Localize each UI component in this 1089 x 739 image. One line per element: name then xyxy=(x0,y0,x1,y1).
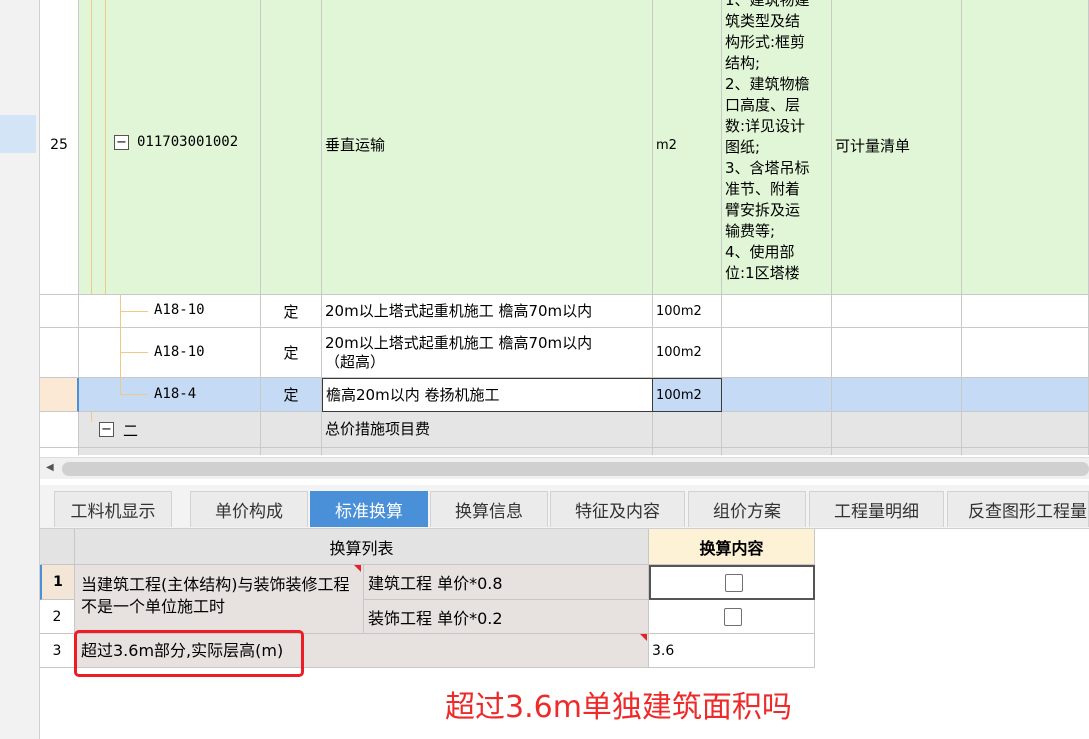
row-number xyxy=(40,412,79,448)
horizontal-scrollbar[interactable]: ◀ xyxy=(40,457,1089,479)
comment-marker-icon xyxy=(354,565,361,572)
left-panel-selection xyxy=(0,115,36,153)
unit-cell-partial xyxy=(653,448,722,455)
annotation-question: 超过3.6m单独建筑面积吗 xyxy=(445,690,792,725)
unit-cell[interactable]: m2 xyxy=(653,0,722,295)
table-row[interactable]: 25 − 011703001002 垂直运输 m2 1、建筑物建 筑类型及结 构… xyxy=(40,0,1089,295)
row-number-partial xyxy=(40,448,79,455)
code-cell-partial xyxy=(79,448,261,455)
extra-cell[interactable] xyxy=(962,0,1089,295)
tab-conversion-info[interactable]: 换算信息 xyxy=(430,491,548,527)
name-cell[interactable]: 垂直运输 xyxy=(322,0,653,295)
decoration-checkbox[interactable] xyxy=(724,607,742,626)
unit-cell[interactable]: 100m2 xyxy=(653,295,722,328)
item-code: A18-4 xyxy=(154,386,197,402)
tab-quantity-detail[interactable]: 工程量明细 xyxy=(809,491,944,527)
extra-cell[interactable] xyxy=(962,328,1089,378)
type-cell[interactable] xyxy=(261,0,322,295)
option-checkbox-cell[interactable] xyxy=(649,600,815,634)
remark-cell[interactable] xyxy=(832,412,962,448)
table-row-selected[interactable]: A18-4 定 檐高20m以内 卷扬机施工 100m2 xyxy=(40,378,1089,412)
option-checkbox-cell[interactable] xyxy=(649,565,815,600)
name-cell-editing[interactable]: 檐高20m以内 卷扬机施工 xyxy=(322,378,653,412)
item-code: 二 xyxy=(123,422,139,440)
comment-marker-icon xyxy=(640,634,647,641)
tab-labor-material[interactable]: 工料机显示 xyxy=(54,491,172,527)
feature-cell[interactable] xyxy=(722,295,832,328)
option-label: 装饰工程 单价*0.2 xyxy=(364,600,649,634)
row-number xyxy=(40,295,79,328)
unit-cell[interactable]: 100m2 xyxy=(653,378,722,412)
feature-text: 1、建筑物建 筑类型及结 构形式:框剪 结构; 2、建筑物檐 口高度、层 数:详… xyxy=(725,0,810,282)
row-number: 25 xyxy=(40,0,79,295)
row-number xyxy=(40,378,79,412)
remark-cell[interactable] xyxy=(832,295,962,328)
condition-description: 当建筑工程(主体结构)与装饰装修工程不是一个单位施工时 xyxy=(75,565,364,634)
feature-cell[interactable] xyxy=(722,412,832,448)
item-code: A18-10 xyxy=(154,302,205,318)
item-code: 011703001002 xyxy=(137,134,239,150)
type-cell[interactable]: 定 xyxy=(261,328,322,378)
name-cell[interactable]: 20m以上塔式起重机施工 檐高70m以内（超高） xyxy=(322,328,653,378)
type-cell[interactable]: 定 xyxy=(261,295,322,328)
name-cell-partial xyxy=(322,448,653,455)
unit-cell[interactable]: 100m2 xyxy=(653,328,722,378)
corner-header xyxy=(40,529,75,565)
tab-reverse-lookup[interactable]: 反查图形工程量 xyxy=(947,491,1089,527)
code-cell[interactable]: − 二 xyxy=(79,412,261,448)
remark-cell[interactable]: 可计量清单 xyxy=(832,0,962,295)
height-value-input[interactable]: 3.6 xyxy=(649,634,815,668)
building-checkbox[interactable] xyxy=(724,573,743,592)
row-number: 3 xyxy=(40,634,75,668)
remark-cell[interactable] xyxy=(832,328,962,378)
name-cell[interactable]: 20m以上塔式起重机施工 檐高70m以内 xyxy=(322,295,653,328)
scrollbar-thumb[interactable] xyxy=(62,462,1089,476)
row-number: 1 xyxy=(40,565,75,600)
left-panel-strip xyxy=(0,0,40,739)
table-row-partial xyxy=(40,448,1089,455)
name-cell[interactable]: 总价措施项目费 xyxy=(322,412,653,448)
feature-cell[interactable] xyxy=(722,378,832,412)
type-cell[interactable]: 定 xyxy=(261,378,322,412)
remark-cell-partial xyxy=(832,448,962,455)
tab-features[interactable]: 特征及内容 xyxy=(550,491,685,527)
row-number: 2 xyxy=(40,600,75,634)
code-cell[interactable]: − 011703001002 xyxy=(79,0,261,295)
header-conversion-content: 换算内容 xyxy=(649,529,815,565)
type-cell-partial xyxy=(261,448,322,455)
item-code: A18-10 xyxy=(154,344,205,360)
feature-cell[interactable]: 1、建筑物建 筑类型及结 构形式:框剪 结构; 2、建筑物檐 口高度、层 数:详… xyxy=(722,0,832,295)
detail-tab-bar: 工料机显示 单价构成 标准换算 换算信息 特征及内容 组价方案 工程量明细 反查… xyxy=(40,485,1089,529)
feature-cell[interactable] xyxy=(722,328,832,378)
option-label: 建筑工程 单价*0.8 xyxy=(364,565,649,600)
code-cell[interactable]: A18-10 xyxy=(79,328,261,378)
measure-items-grid: 25 − 011703001002 垂直运输 m2 1、建筑物建 筑类型及结 构… xyxy=(40,0,1089,455)
annotation-highlight-box xyxy=(74,630,304,677)
unit-cell[interactable] xyxy=(653,412,722,448)
table-row[interactable]: A18-10 定 20m以上塔式起重机施工 檐高70m以内 100m2 xyxy=(40,295,1089,328)
scroll-left-icon[interactable]: ◀ xyxy=(46,462,54,473)
tab-pricing-plan[interactable]: 组价方案 xyxy=(688,491,806,527)
feature-cell-partial xyxy=(722,448,832,455)
tab-standard-conversion[interactable]: 标准换算 xyxy=(310,491,428,527)
extra-cell[interactable] xyxy=(962,378,1089,412)
tab-unit-price[interactable]: 单价构成 xyxy=(190,491,308,527)
type-cell[interactable] xyxy=(261,412,322,448)
table-row[interactable]: A18-10 定 20m以上塔式起重机施工 檐高70m以内（超高） 100m2 xyxy=(40,328,1089,378)
table-row[interactable]: − 二 总价措施项目费 xyxy=(40,412,1089,448)
remark-cell[interactable] xyxy=(832,378,962,412)
header-conversion-list: 换算列表 xyxy=(75,529,649,565)
row-number xyxy=(40,328,79,378)
code-cell[interactable]: A18-4 xyxy=(79,378,261,412)
extra-cell[interactable] xyxy=(962,295,1089,328)
extra-cell-partial xyxy=(962,448,1089,455)
collapse-toggle-icon[interactable]: − xyxy=(99,422,114,437)
extra-cell[interactable] xyxy=(962,412,1089,448)
collapse-toggle-icon[interactable]: − xyxy=(114,135,129,150)
code-cell[interactable]: A18-10 xyxy=(79,295,261,328)
